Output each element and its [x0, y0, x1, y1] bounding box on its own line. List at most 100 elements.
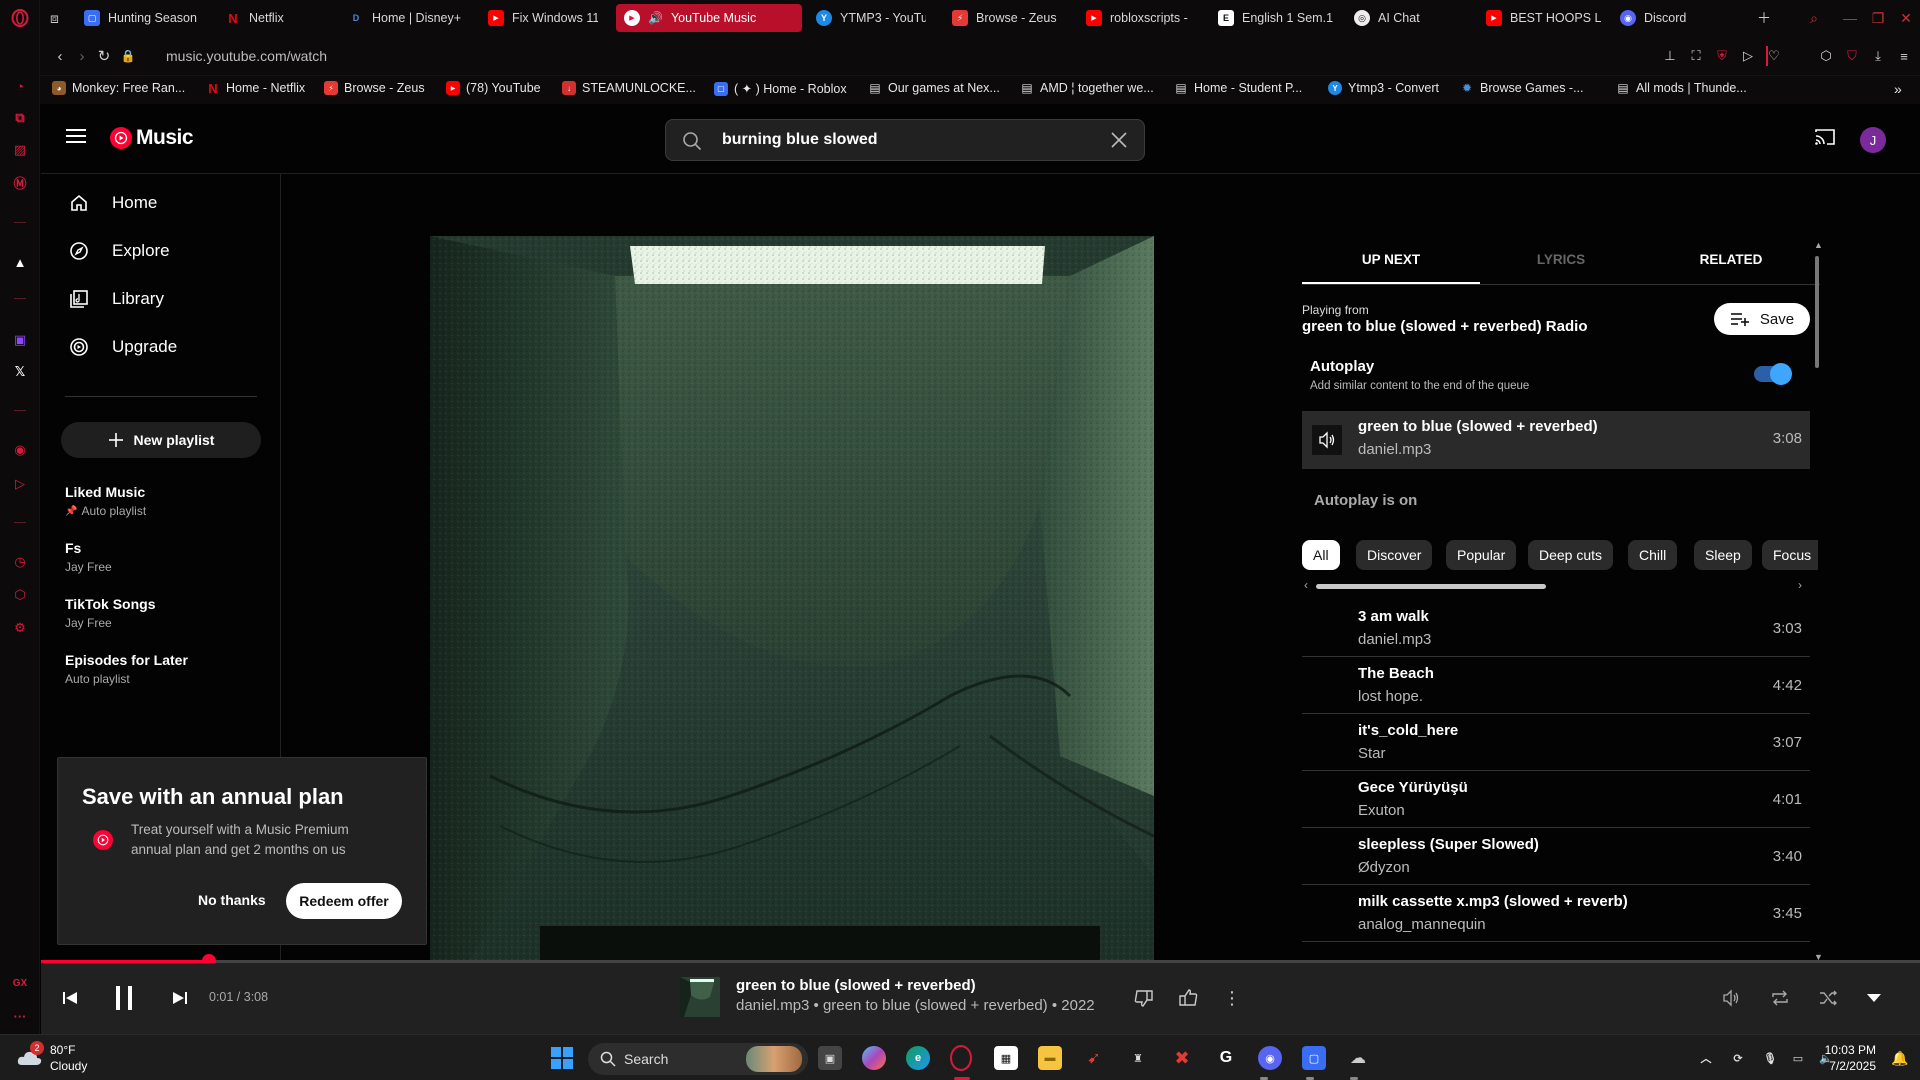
- bookmark-amd[interactable]: ▤ AMD ¦ together we...: [1020, 81, 1153, 95]
- bookmark-ytmp3[interactable]: Y Ytmp3 - Convert: [1328, 81, 1439, 95]
- queue-item[interactable]: milk cassette x.mp3 (slowed + reverb) an…: [1302, 885, 1810, 942]
- tab-hunting-season[interactable]: ▢ Hunting Season: [76, 4, 208, 32]
- clear-search-icon[interactable]: [1110, 131, 1128, 149]
- repeat-icon[interactable]: [1767, 985, 1793, 1011]
- roblox-icon[interactable]: ▢: [1302, 1046, 1326, 1070]
- chip-scroll-left-icon[interactable]: ‹: [1304, 578, 1308, 592]
- search-input[interactable]: burning blue slowed: [722, 131, 878, 149]
- edge-icon[interactable]: e: [906, 1046, 930, 1070]
- puzzle-icon[interactable]: ⬡: [1816, 46, 1836, 66]
- now-playing-row[interactable]: green to blue (slowed + reverbed) daniel…: [1302, 411, 1810, 469]
- opera-logo-icon[interactable]: [10, 8, 30, 28]
- extensions-icon[interactable]: ⬡: [10, 585, 30, 605]
- tab-fix-windows[interactable]: ▶ Fix Windows 11: [480, 4, 598, 32]
- previous-icon[interactable]: [57, 985, 83, 1011]
- gx-mods-icon[interactable]: Ⓜ: [10, 172, 30, 192]
- thumbs-down-icon[interactable]: [1131, 985, 1157, 1011]
- redeem-offer-button[interactable]: Redeem offer: [286, 883, 402, 919]
- autoplay-toggle[interactable]: [1754, 363, 1792, 385]
- scroll-up-icon[interactable]: ▲: [1814, 240, 1823, 250]
- bookmark-roblox[interactable]: ▢( ✦ ) Home - Roblox: [714, 81, 847, 96]
- tab-ytmp3[interactable]: Y YTMP3 - YouTu: [808, 4, 926, 32]
- steam-app-icon[interactable]: ♜: [1126, 1046, 1150, 1070]
- twitch-icon[interactable]: ▣: [10, 330, 30, 350]
- reload-icon[interactable]: ↻: [94, 46, 114, 66]
- bookmark-steamunlocked[interactable]: ↓ STEAMUNLOCKE...: [562, 81, 696, 95]
- audio-playing-icon[interactable]: 🔊: [648, 11, 663, 25]
- hamburger-menu-icon[interactable]: [66, 128, 86, 144]
- now-artist[interactable]: daniel.mp3: [1358, 441, 1431, 458]
- tab-related[interactable]: RELATED: [1642, 252, 1820, 267]
- discord-icon[interactable]: ◉: [1258, 1046, 1282, 1070]
- chip-focus[interactable]: Focus: [1762, 540, 1818, 570]
- pause-icon[interactable]: [107, 981, 141, 1015]
- playing-from-name[interactable]: green to blue (slowed + reverbed) Radio: [1302, 318, 1587, 335]
- bookmark-zeus[interactable]: ⚡ Browse - Zeus: [324, 81, 425, 95]
- playlist-tiktok-songs[interactable]: TikTok Songs Jay Free: [65, 596, 156, 630]
- store-icon[interactable]: ▦: [994, 1046, 1018, 1070]
- now-playing-subtitle[interactable]: daniel.mp3 • green to blue (slowed + rev…: [736, 997, 1095, 1014]
- volume-icon[interactable]: [1719, 985, 1745, 1011]
- lock-icon[interactable]: 🔒: [118, 46, 138, 66]
- gx-cleaner-icon[interactable]: ▨: [10, 140, 30, 160]
- playlist-episodes-for-later[interactable]: Episodes for Later Auto playlist: [65, 652, 188, 686]
- pin-icon[interactable]: ⊥: [1660, 46, 1680, 66]
- playlist-liked-music[interactable]: Liked Music 📌 Auto playlist: [65, 484, 146, 518]
- new-tab-icon[interactable]: ＋: [1754, 8, 1774, 28]
- bookmark-netflix[interactable]: N Home - Netflix: [206, 81, 305, 96]
- search-box[interactable]: burning blue slowed: [665, 119, 1145, 161]
- music-player-icon[interactable]: ◉: [10, 440, 30, 460]
- weather-temperature[interactable]: 80°F: [50, 1043, 75, 1057]
- thumbs-up-icon[interactable]: [1175, 985, 1201, 1011]
- nav-library[interactable]: Library: [68, 288, 164, 310]
- ytm-logo[interactable]: Music: [110, 126, 194, 150]
- tab-discord[interactable]: ◉ Discord: [1612, 4, 1722, 32]
- more-options-icon[interactable]: ⋮: [1219, 985, 1245, 1011]
- tab-up-next[interactable]: UP NEXT: [1302, 252, 1480, 267]
- save-queue-button[interactable]: Save: [1714, 303, 1810, 335]
- opera-gx-icon[interactable]: [950, 1045, 972, 1071]
- settings-icon[interactable]: ⚙: [10, 618, 30, 638]
- g-app-icon[interactable]: G: [1214, 1046, 1238, 1070]
- windows-start-icon[interactable]: [550, 1046, 574, 1070]
- bookmark-youtube[interactable]: ▶ (78) YouTube: [446, 81, 541, 95]
- tab-search-icon[interactable]: ⌕: [1804, 8, 1824, 28]
- tab-browse-zeus[interactable]: ⚡ Browse - Zeus: [944, 4, 1062, 32]
- minimize-icon[interactable]: —: [1840, 8, 1860, 28]
- bookmark-nex[interactable]: ▤ Our games at Nex...: [868, 81, 1000, 95]
- player-icon[interactable]: ▷: [10, 474, 30, 494]
- tab-netflix[interactable]: N Netflix: [217, 4, 327, 32]
- playlist-fs[interactable]: Fs Jay Free: [65, 540, 112, 574]
- tab-manager-icon[interactable]: ⧈: [42, 4, 72, 32]
- avatar[interactable]: J: [1860, 127, 1886, 153]
- clock-time[interactable]: 10:03 PM: [1825, 1043, 1876, 1057]
- queue-item[interactable]: 3 am walk daniel.mp3 3:03: [1302, 600, 1810, 657]
- tab-lyrics[interactable]: LYRICS: [1472, 252, 1650, 267]
- chip-chill[interactable]: Chill: [1628, 540, 1678, 570]
- aria-icon[interactable]: ▲: [10, 252, 30, 272]
- chip-discover[interactable]: Discover: [1356, 540, 1433, 570]
- play-icon[interactable]: ▷: [1738, 46, 1758, 66]
- sync-icon[interactable]: ⟳: [1726, 1046, 1750, 1070]
- tab-disney[interactable]: D Home | Disney+: [340, 4, 464, 32]
- tab-best-hoops[interactable]: ▶ BEST HOOPS L: [1478, 4, 1608, 32]
- task-view-icon[interactable]: ▣: [818, 1046, 842, 1070]
- bookmark-thunderstore[interactable]: ▤ All mods | Thunde...: [1616, 81, 1746, 95]
- tab-youtube-music[interactable]: ▶ 🔊 YouTube Music: [616, 4, 802, 32]
- notifications-icon[interactable]: 🔔: [1888, 1046, 1912, 1070]
- tab-robloxscripts[interactable]: ▶ robloxscripts -: [1078, 4, 1208, 32]
- chip-scroll-right-icon[interactable]: ›: [1798, 578, 1802, 592]
- microphone-icon[interactable]: 🎙: [1758, 1046, 1782, 1070]
- vpn-icon[interactable]: ⛉: [1842, 46, 1862, 66]
- snapshot-icon[interactable]: ⛶: [1686, 46, 1706, 66]
- nav-explore[interactable]: Explore: [68, 240, 170, 262]
- gx-corner-icon[interactable]: GX: [10, 973, 30, 993]
- shuffle-icon[interactable]: [1815, 985, 1841, 1011]
- clock-date[interactable]: 7/2/2025: [1829, 1059, 1876, 1073]
- gx-control-icon[interactable]: ⧉: [10, 108, 30, 128]
- close-icon[interactable]: ✕: [1896, 8, 1916, 28]
- speed-dial-icon[interactable]: ◔: [10, 76, 30, 96]
- x-app-icon[interactable]: ✖: [1170, 1046, 1194, 1070]
- chip-sleep[interactable]: Sleep: [1694, 540, 1752, 570]
- now-playing-title[interactable]: green to blue (slowed + reverbed): [736, 977, 976, 994]
